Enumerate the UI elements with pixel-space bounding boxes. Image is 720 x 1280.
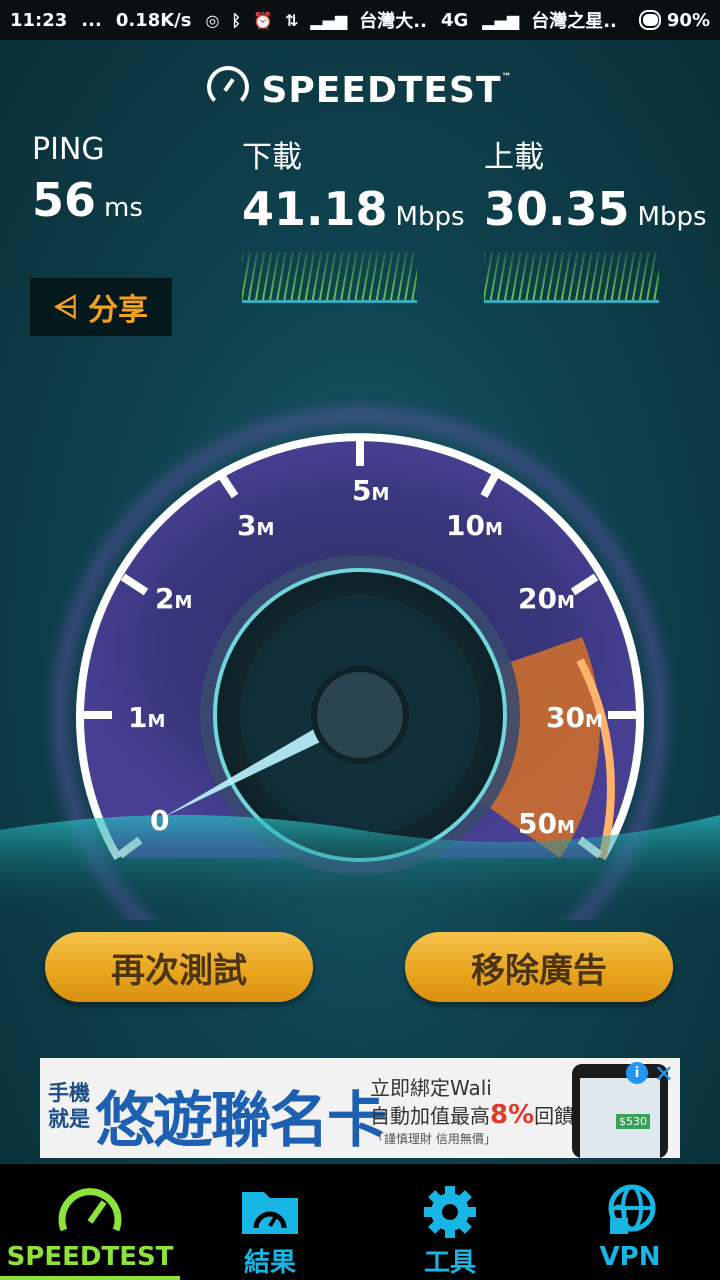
- carrier-1: 台灣大..: [359, 11, 427, 32]
- tab-label-results: 結果: [243, 1248, 296, 1278]
- logo-text: SPEEDTEST: [261, 70, 502, 111]
- battery-icon: [638, 10, 661, 30]
- notification-dots: ...: [81, 9, 102, 31]
- status-bar: 11:23 ... 0.18K/s ◎ ᛒ ⏰ ⇅ ▂▄▆ 台灣大.. 4G ▂…: [0, 0, 720, 40]
- ad-sub1: 立即綁定Wali: [370, 1076, 492, 1100]
- bottom-tab-bar: SPEEDTEST 結果 工具 VPN: [0, 1164, 720, 1280]
- signal-icon: ▂▄▆: [310, 10, 348, 30]
- tick-label-0: 0: [150, 804, 169, 837]
- gauge-hub: [311, 666, 409, 764]
- remove-ads-button[interactable]: 移除廣告: [405, 932, 673, 1002]
- signal-icon-2: ▂▄▆: [482, 10, 520, 30]
- ad-sub2: 自動加值最高8%回饋: [370, 1100, 575, 1130]
- bluetooth-icon: ᛒ: [231, 10, 242, 30]
- upload-value: 30.35: [484, 182, 630, 236]
- tab-speedtest[interactable]: SPEEDTEST: [0, 1164, 180, 1280]
- download-label: 下載: [242, 140, 302, 175]
- ad-note: 「謹慎理財 信用無價」: [372, 1132, 496, 1146]
- tab-label-tools: 工具: [423, 1248, 476, 1278]
- upload-unit: Mbps: [637, 202, 707, 232]
- speed-gauge: 0 1M 2M 3M 5M 10M 20M 30M 50M: [0, 406, 720, 920]
- download-unit: Mbps: [395, 202, 465, 232]
- download-graph: [242, 252, 417, 303]
- share-button[interactable]: ⩤ 分享: [30, 278, 172, 336]
- battery-level: 90%: [666, 9, 710, 31]
- data-arrows-icon: ⇅: [284, 10, 299, 30]
- gear-icon: [424, 1186, 476, 1238]
- ad-info-icon[interactable]: i: [626, 1062, 648, 1084]
- ad-phone-amount: $530: [616, 1114, 650, 1129]
- ad-close-icon[interactable]: ✕: [654, 1060, 674, 1088]
- share-label: 分享: [88, 293, 148, 328]
- ping-label: PING: [32, 132, 105, 167]
- upload-stat: 上載 30.35 Mbps: [484, 132, 707, 303]
- ping-value: 56: [32, 173, 97, 227]
- share-icon: ⩤: [54, 289, 78, 325]
- ping-stat: PING 56 ms: [32, 132, 143, 227]
- upload-graph: [484, 252, 659, 303]
- tab-label-vpn: VPN: [599, 1242, 661, 1272]
- ad-banner[interactable]: 手機就是 悠遊聯名卡 立即綁定Wali 自動加值最高8%回饋 「謹慎理財 信用無…: [40, 1058, 680, 1158]
- tab-results[interactable]: 結果: [180, 1164, 360, 1280]
- alarm-icon: ⏰: [253, 10, 273, 30]
- tab-label-speedtest: SPEEDTEST: [6, 1242, 174, 1272]
- speedometer-icon: [58, 1188, 122, 1232]
- results-folder-icon: [242, 1192, 298, 1234]
- app-logo: SPEEDTEST™: [0, 66, 720, 111]
- download-value: 41.18: [242, 182, 388, 236]
- ping-unit: ms: [104, 193, 143, 223]
- trademark: ™: [501, 72, 513, 83]
- ad-headline: 悠遊聯名卡: [95, 1086, 387, 1156]
- tab-tools[interactable]: 工具: [360, 1164, 540, 1280]
- retest-button[interactable]: 再次測試: [45, 932, 313, 1002]
- upload-label: 上載: [484, 140, 544, 175]
- sync-icon: ◎: [205, 10, 220, 30]
- tab-vpn[interactable]: VPN: [540, 1164, 720, 1280]
- network-type: 4G: [440, 9, 469, 31]
- net-speed: 0.18K/s: [115, 9, 192, 31]
- download-stat: 下載 41.18 Mbps: [242, 132, 465, 303]
- carrier-2: 台灣之星..: [531, 11, 617, 32]
- clock: 11:23: [10, 9, 68, 31]
- vpn-globe-lock-icon: [608, 1184, 656, 1234]
- speedtest-logo-icon: [207, 66, 250, 108]
- main-area: SPEEDTEST™ PING 56 ms 下載 41.18 Mbps 上載 30.…: [0, 40, 720, 1164]
- ad-line1: 手機就是: [48, 1081, 90, 1131]
